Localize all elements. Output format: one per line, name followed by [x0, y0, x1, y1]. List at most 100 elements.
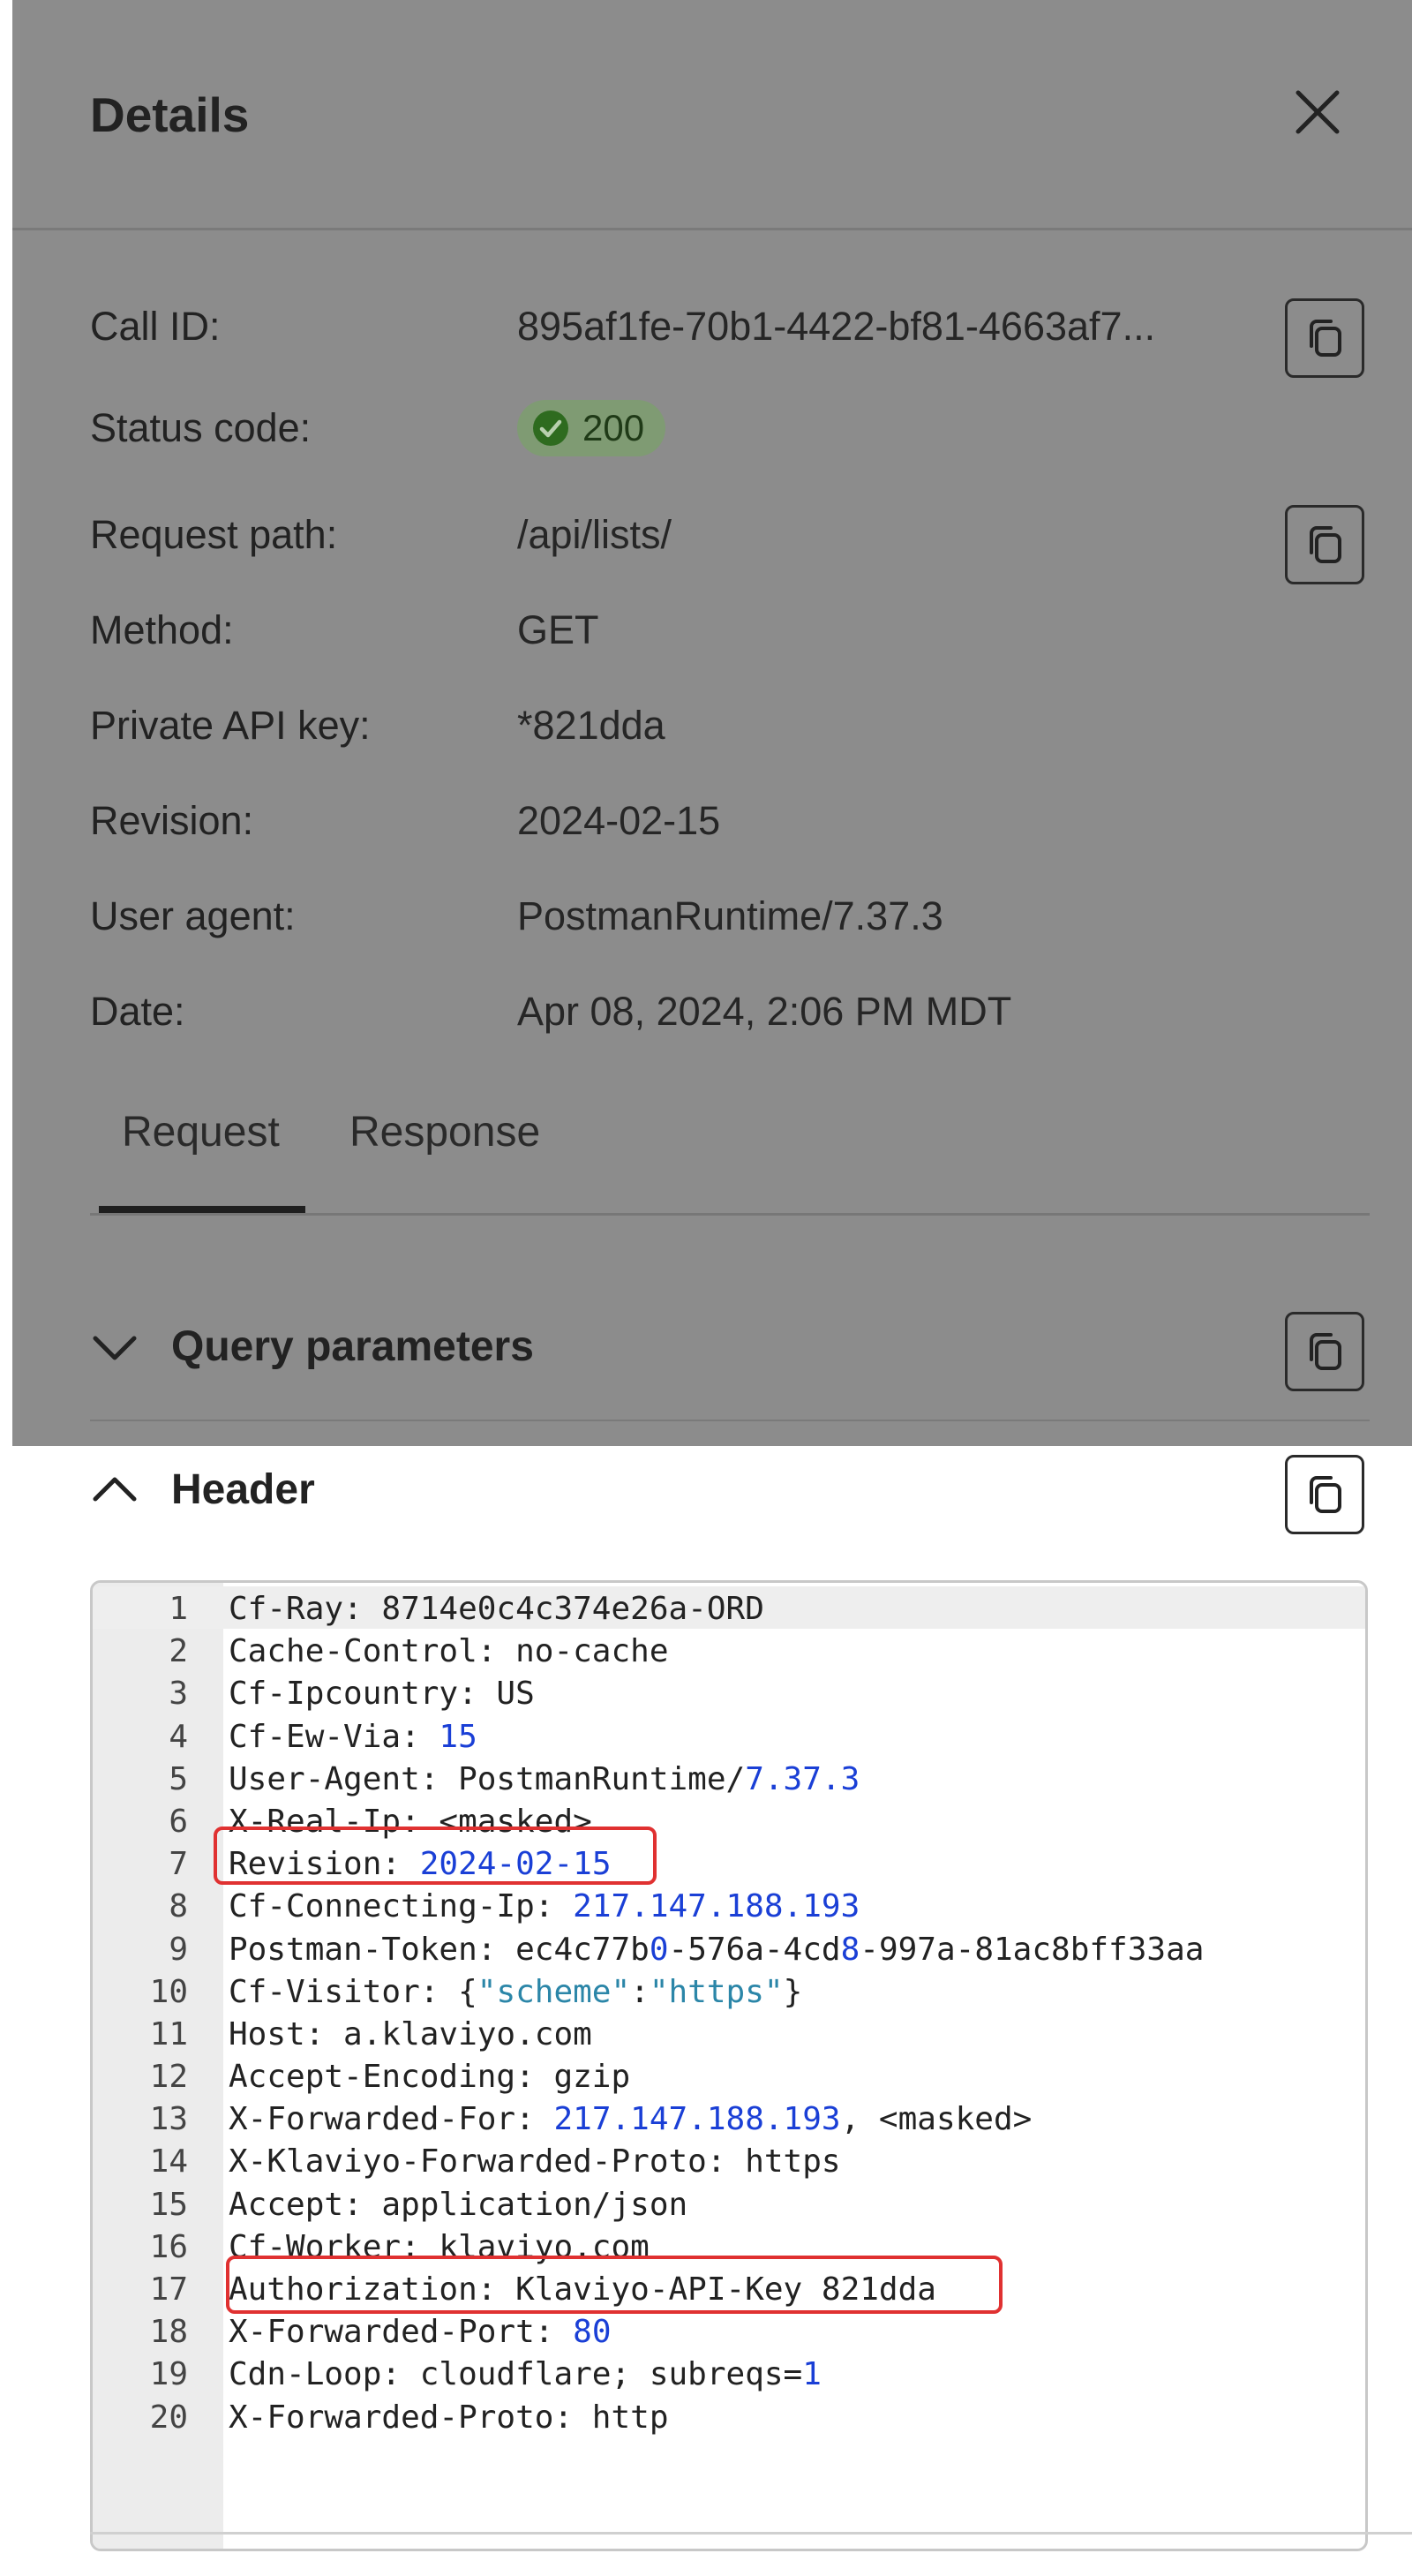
- check-circle-icon: [533, 411, 568, 446]
- header-toggle[interactable]: Header: [90, 1465, 315, 1514]
- header-label: Header: [171, 1466, 315, 1513]
- copy-icon: [1310, 320, 1341, 357]
- user-agent-value: PostmanRuntime/7.37.3: [517, 893, 943, 938]
- code-line: 14 X-Klaviyo-Forwarded-Proto: https: [93, 2141, 1365, 2183]
- code-line: 8 Cf-Connecting-Ip: 217.147.188.193: [93, 1886, 1365, 1928]
- status-code-label: Status code:: [90, 405, 312, 450]
- user-agent-label: User agent:: [90, 893, 296, 938]
- date-label: Date:: [90, 989, 185, 1034]
- call-id-value: 895af1fe-70b1-4422-bf81-4663af7...: [517, 304, 1156, 349]
- method-label: Method:: [90, 607, 234, 652]
- code-line: 9 Postman-Token: ec4c77b0-576a-4cd8-997a-…: [93, 1929, 1365, 1971]
- line-number: 14: [149, 2143, 188, 2181]
- code-line: 4 Cf-Ew-Via: 15: [93, 1716, 1365, 1759]
- query-parameters-divider: [90, 1420, 1370, 1421]
- line-number: 6: [169, 1803, 188, 1840]
- private-api-key-label: Private API key:: [90, 703, 371, 748]
- close-button[interactable]: [1287, 81, 1348, 143]
- header-divider: [12, 228, 1412, 230]
- code-text: Cache-Control: no-cache: [229, 1633, 669, 1670]
- tab-request[interactable]: Request: [122, 1108, 280, 1156]
- code-text: Cf-Visitor: {"scheme":"https"}: [229, 1973, 803, 2010]
- code-text: Cf-Ray: 8714e0c4c374e26a-ORD: [229, 1591, 764, 1627]
- tab-divider: [90, 1213, 1370, 1216]
- bottom-divider: [90, 2532, 1412, 2535]
- code-text: X-Forwarded-Proto: http: [229, 2399, 669, 2436]
- code-text: X-Forwarded-Port: 80: [229, 2314, 612, 2351]
- request-path-value: /api/lists/: [517, 512, 672, 557]
- call-id-label: Call ID:: [90, 304, 221, 349]
- tab-selected-indicator: [99, 1206, 305, 1213]
- status-badge: 200: [517, 400, 666, 456]
- code-text: Cdn-Loop: cloudflare; subreqs=1: [229, 2356, 822, 2393]
- revision-value: 2024-02-15: [517, 798, 721, 843]
- revision-label: Revision:: [90, 798, 254, 843]
- code-line: 19 Cdn-Loop: cloudflare; subreqs=1: [93, 2354, 1365, 2396]
- line-number: 1: [169, 1591, 188, 1627]
- detail-row-date: Date: Apr 08, 2024, 2:06 PM MDT: [90, 985, 1011, 1038]
- line-number: 10: [149, 1973, 188, 2010]
- code-text: X-Klaviyo-Forwarded-Proto: https: [229, 2143, 841, 2181]
- panel-title: Details: [90, 87, 250, 142]
- detail-row-status-code: Status code: 200: [90, 397, 666, 459]
- detail-row-method: Method: GET: [90, 604, 599, 657]
- code-line: 13 X-Forwarded-For: 217.147.188.193, <mas…: [93, 2098, 1365, 2141]
- copy-call-id-button[interactable]: [1285, 298, 1364, 378]
- line-number: 15: [149, 2186, 188, 2223]
- line-number: 5: [169, 1760, 188, 1797]
- code-line: 20 X-Forwarded-Proto: http: [93, 2397, 1365, 2439]
- line-number: 19: [149, 2356, 188, 2393]
- line-number: 17: [149, 2271, 188, 2308]
- code-text: Postman-Token: ec4c77b0-576a-4cd8-997a-8…: [229, 1931, 1205, 1968]
- request-path-label: Request path:: [90, 512, 338, 557]
- chevron-down-icon: [93, 1336, 137, 1360]
- code-line: 3 Cf-Ipcountry: US: [93, 1673, 1365, 1715]
- chevron-up-icon: [93, 1477, 137, 1501]
- code-line: 12 Accept-Encoding: gzip: [93, 2056, 1365, 2098]
- method-value: GET: [517, 607, 599, 652]
- detail-row-revision: Revision: 2024-02-15: [90, 795, 720, 847]
- line-number: 13: [149, 2101, 188, 2138]
- query-parameters-label: Query parameters: [171, 1323, 534, 1370]
- detail-row-request-path: Request path: /api/lists/: [90, 508, 672, 561]
- line-number: 8: [169, 1888, 188, 1925]
- line-number: 11: [149, 2015, 188, 2053]
- code-line: 2 Cache-Control: no-cache: [93, 1631, 1365, 1673]
- detail-row-private-api-key: Private API key: *821dda: [90, 699, 665, 752]
- code-text: User-Agent: PostmanRuntime/7.37.3: [229, 1760, 860, 1797]
- line-number: 4: [169, 1718, 188, 1755]
- copy-query-parameters-button[interactable]: [1285, 1312, 1364, 1391]
- code-line: 11 Host: a.klaviyo.com: [93, 2014, 1365, 2056]
- code-text: Host: a.klaviyo.com: [229, 2015, 592, 2053]
- detail-row-user-agent: User agent: PostmanRuntime/7.37.3: [90, 890, 943, 943]
- code-text: Accept: application/json: [229, 2186, 688, 2223]
- line-number: 2: [169, 1633, 188, 1670]
- code-text: Cf-Connecting-Ip: 217.147.188.193: [229, 1888, 860, 1925]
- code-line: 18 X-Forwarded-Port: 80: [93, 2311, 1365, 2354]
- code-text: Accept-Encoding: gzip: [229, 2059, 631, 2096]
- copy-header-button[interactable]: [1285, 1455, 1364, 1534]
- line-number: 9: [169, 1931, 188, 1968]
- line-number: 18: [149, 2314, 188, 2351]
- close-icon: [1296, 90, 1340, 134]
- tab-response[interactable]: Response: [349, 1108, 540, 1156]
- line-number: 3: [169, 1676, 188, 1713]
- line-number: 7: [169, 1846, 188, 1883]
- query-parameters-toggle[interactable]: Query parameters: [90, 1322, 534, 1371]
- copy-request-path-button[interactable]: [1285, 505, 1364, 584]
- copy-icon: [1310, 1333, 1341, 1370]
- code-line: 15 Accept: application/json: [93, 2184, 1365, 2226]
- code-text: X-Forwarded-For: 217.147.188.193, <maske…: [229, 2101, 1033, 2138]
- code-text: Cf-Ew-Via: 15: [229, 1718, 477, 1755]
- detail-row-call-id: Call ID: 895af1fe-70b1-4422-bf81-4663af7…: [90, 300, 1155, 353]
- date-value: Apr 08, 2024, 2:06 PM MDT: [517, 989, 1012, 1034]
- line-number: 12: [149, 2059, 188, 2096]
- callout-authorization-line: [226, 2256, 1003, 2314]
- header-code-viewer[interactable]: 1 Cf-Ray: 8714e0c4c374e26a-ORD 2 Cache-Cont…: [90, 1580, 1368, 2551]
- code-line: 5 User-Agent: PostmanRuntime/7.37.3: [93, 1759, 1365, 1801]
- copy-icon: [1310, 526, 1341, 563]
- status-code-value: 200: [582, 407, 645, 448]
- code-text: Cf-Ipcountry: US: [229, 1676, 535, 1713]
- code-line: 10 Cf-Visitor: {"scheme":"https"}: [93, 1971, 1365, 2014]
- copy-icon: [1310, 1476, 1341, 1513]
